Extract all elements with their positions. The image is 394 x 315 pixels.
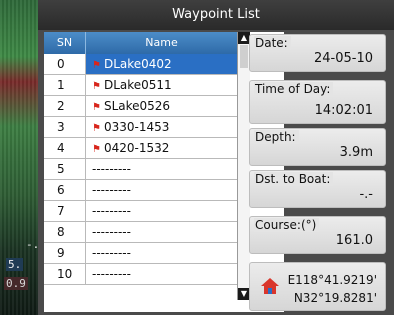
row-name: --------- bbox=[92, 267, 131, 281]
row-sn: 9 bbox=[44, 243, 86, 263]
row-sn: 3 bbox=[44, 117, 86, 137]
flag-icon: ⚑ bbox=[92, 123, 101, 134]
flag-icon: ⚑ bbox=[92, 144, 101, 155]
row-name: --------- bbox=[92, 225, 131, 239]
row-sn: 5 bbox=[44, 159, 86, 179]
waypoint-list-panel: SN Name 0 ⚑ DLake0402 1 ⚑ DLake0511 2 ⚑ SLake052… bbox=[44, 32, 284, 312]
table-row[interactable]: 6 --------- bbox=[44, 180, 237, 201]
row-sn: 4 bbox=[44, 138, 86, 158]
time-value: 14:02:01 bbox=[314, 103, 373, 118]
table-row[interactable]: 2 ⚑ SLake0526 bbox=[44, 96, 237, 117]
map-readout-mid: 5. bbox=[6, 258, 24, 271]
row-name-cell: --------- bbox=[86, 243, 237, 263]
row-sn: 10 bbox=[44, 264, 86, 284]
distance-value: -.- bbox=[359, 187, 373, 202]
row-name-cell: ⚑ 0420-1532 bbox=[86, 138, 237, 158]
date-box: Date: 24-05-10 bbox=[249, 34, 386, 72]
row-name: --------- bbox=[92, 246, 131, 260]
date-value: 24-05-10 bbox=[313, 51, 373, 66]
row-name-cell: --------- bbox=[86, 159, 237, 179]
home-icon bbox=[261, 278, 279, 294]
map-readout-bottom: 0.9 bbox=[4, 277, 28, 290]
table-row[interactable]: 8 --------- bbox=[44, 222, 237, 243]
row-name-cell: ⚑ SLake0526 bbox=[86, 96, 237, 116]
row-name: SLake0526 bbox=[103, 99, 171, 113]
row-name: DLake0402 bbox=[103, 57, 172, 71]
flag-icon: ⚑ bbox=[92, 102, 101, 113]
waypoint-rows: 0 ⚑ DLake0402 1 ⚑ DLake0511 2 ⚑ SLake0526 3 ⚑ 0330-… bbox=[44, 54, 237, 285]
scrollbar-thumb[interactable] bbox=[240, 45, 248, 68]
table-row[interactable]: 9 --------- bbox=[44, 243, 237, 264]
row-name: 0330-1453 bbox=[103, 120, 170, 134]
table-header: SN Name bbox=[44, 32, 237, 54]
row-sn: 1 bbox=[44, 75, 86, 95]
time-label: Time of Day: bbox=[254, 82, 334, 96]
table-row[interactable]: 7 --------- bbox=[44, 201, 237, 222]
table-row[interactable]: 0 ⚑ DLake0402 bbox=[44, 54, 237, 75]
column-header-name[interactable]: Name bbox=[86, 32, 237, 54]
flag-icon: ⚑ bbox=[92, 60, 101, 71]
row-name: --------- bbox=[92, 162, 131, 176]
row-name-cell: --------- bbox=[86, 264, 237, 284]
row-name: --------- bbox=[92, 204, 131, 218]
row-name-cell: ⚑ 0330-1453 bbox=[86, 117, 237, 137]
home-longitude: E118°41.9219' bbox=[287, 273, 377, 287]
date-label: Date: bbox=[254, 36, 291, 50]
row-name: 0420-1532 bbox=[103, 141, 170, 155]
depth-label: Depth: bbox=[254, 130, 299, 144]
table-row[interactable]: 5 --------- bbox=[44, 159, 237, 180]
depth-box: Depth: 3.9m bbox=[249, 128, 386, 166]
row-name-cell: --------- bbox=[86, 222, 237, 242]
time-box: Time of Day: 14:02:01 bbox=[249, 80, 386, 124]
table-row[interactable]: 10 --------- bbox=[44, 264, 237, 285]
course-value: 161.0 bbox=[335, 233, 373, 248]
row-name: --------- bbox=[92, 183, 131, 197]
home-position-button[interactable]: E118°41.9219' N32°19.8281' bbox=[249, 262, 386, 311]
dialog-title: Waypoint List bbox=[38, 0, 394, 30]
column-header-sn[interactable]: SN bbox=[44, 32, 86, 54]
row-sn: 2 bbox=[44, 96, 86, 116]
home-latitude: N32°19.8281' bbox=[293, 291, 377, 305]
row-sn: 7 bbox=[44, 201, 86, 221]
row-name-cell: --------- bbox=[86, 201, 237, 221]
row-sn: 8 bbox=[44, 222, 86, 242]
row-sn: 0 bbox=[44, 54, 86, 74]
row-name: DLake0511 bbox=[103, 78, 172, 92]
table-row[interactable]: 3 ⚑ 0330-1453 bbox=[44, 117, 237, 138]
flag-icon: ⚑ bbox=[92, 81, 101, 92]
list-scrollbar[interactable]: ▲ ▼ bbox=[237, 32, 250, 300]
depth-value: 3.9m bbox=[339, 145, 373, 160]
course-box: Course:(°) 161.0 bbox=[249, 216, 386, 254]
table-row[interactable]: 4 ⚑ 0420-1532 bbox=[44, 138, 237, 159]
row-name-cell: ⚑ DLake0511 bbox=[86, 75, 237, 95]
table-row[interactable]: 1 ⚑ DLake0511 bbox=[44, 75, 237, 96]
course-label: Course:(°) bbox=[254, 218, 320, 232]
distance-to-boat-box: Dst. to Boat: -.- bbox=[249, 170, 386, 208]
waypoint-list-dialog: Waypoint List SN Name 0 ⚑ DLake0402 1 ⚑ DLake… bbox=[38, 0, 394, 315]
distance-label: Dst. to Boat: bbox=[254, 172, 334, 186]
row-sn: 6 bbox=[44, 180, 86, 200]
row-name-cell: --------- bbox=[86, 180, 237, 200]
row-name-cell: ⚑ DLake0402 bbox=[86, 54, 237, 74]
